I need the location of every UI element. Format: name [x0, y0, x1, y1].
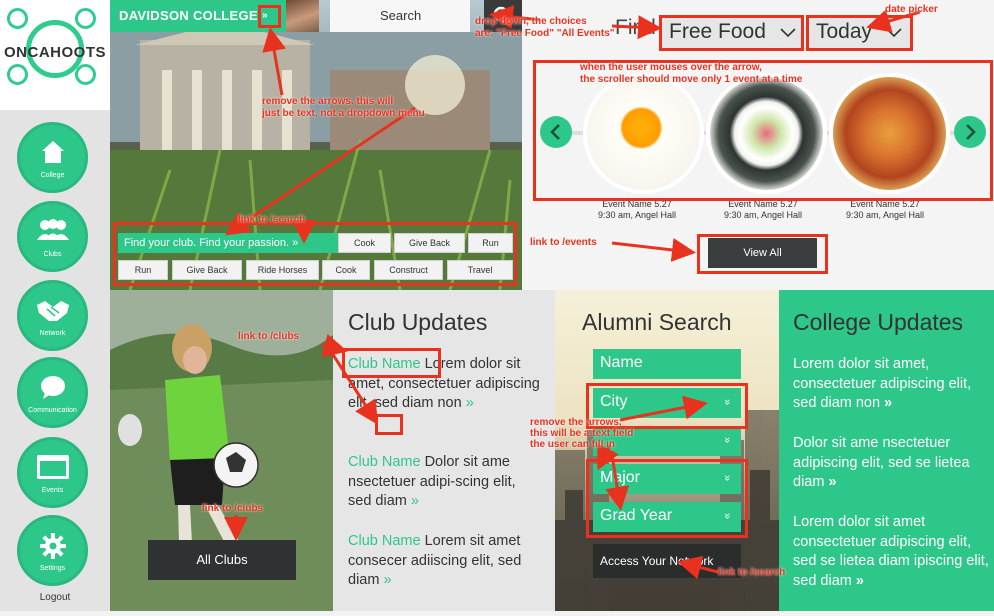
college-update-text: Dolor sit ame nsectetuer adipiscing elit…	[793, 435, 970, 490]
annotation-remove-arrows: remove the arrows. this will just be tex…	[262, 96, 425, 119]
nav-communication[interactable]: Communication	[17, 357, 88, 428]
college-update-item: Lorem dolor sit amet consectetuer adipis…	[793, 513, 989, 591]
college-update-text: Lorem dolor sit amet, consectetuer adipi…	[793, 356, 972, 411]
event-caption-time: 9:30 am, Angel Hall	[845, 210, 925, 220]
nav-settings-label: Settings	[39, 565, 66, 572]
annotation-remove-arrows-text: remove the arrows, this will be a text f…	[530, 417, 634, 450]
club-update-item: Club Name Dolor sit ame nsectetuer adipi…	[348, 453, 543, 512]
oncahoots-logo[interactable]: ONCAHOOTS	[0, 0, 110, 110]
annotation-link-search: link to /search	[238, 214, 306, 225]
calendar-window-icon	[36, 455, 69, 479]
all-clubs-button[interactable]: All Clubs	[148, 540, 296, 580]
annotation-box	[375, 414, 403, 435]
handshake-icon	[36, 301, 69, 321]
nav-communication-label: Communication	[28, 407, 77, 414]
name-field-label: Name	[600, 354, 643, 371]
annotation-link-clubs: link to /clubs	[202, 503, 264, 514]
club-name-link[interactable]: Club Name	[348, 454, 421, 470]
nav-events[interactable]: Events	[17, 437, 88, 508]
read-more-link[interactable]: »	[383, 572, 391, 588]
annotation-box	[697, 234, 828, 274]
annotation-link-search: link to /search	[718, 567, 786, 578]
logout-link[interactable]: Logout	[0, 592, 110, 603]
nav-network[interactable]: Network	[17, 280, 88, 351]
annotation-box	[113, 222, 517, 286]
nav-events-label: Events	[41, 487, 64, 494]
annotation-date-picker: date picker	[885, 4, 938, 15]
people-icon	[36, 219, 69, 240]
nav-clubs-label: Clubs	[43, 251, 62, 258]
search-label[interactable]: Search	[330, 0, 470, 32]
gear-icon	[39, 533, 66, 559]
annotation-box	[806, 15, 913, 51]
nav-network-label: Network	[39, 330, 66, 337]
name-field[interactable]: Name	[593, 349, 741, 379]
annotation-box	[342, 348, 441, 378]
college-update-text: Lorem dolor sit amet consectetuer adipis…	[793, 514, 989, 589]
nav-settings[interactable]: Settings	[17, 515, 88, 586]
college-name: DAVIDSON COLLEGE	[119, 8, 258, 23]
event-caption[interactable]: Event Name 5.27 9:30 am, Angel Hall	[703, 199, 823, 221]
read-more-link[interactable]: »	[856, 573, 864, 589]
annotation-scroller: when the user mouses over the arrow, the…	[580, 62, 803, 85]
logo-text: ONCAHOOTS	[4, 44, 106, 61]
home-icon	[41, 141, 64, 163]
annotation-link-events: link to /events	[530, 237, 597, 248]
nav-clubs[interactable]: Clubs	[17, 201, 88, 272]
read-more-link[interactable]: »	[884, 395, 892, 411]
club-updates-title: Club Updates	[348, 309, 488, 335]
nav-college[interactable]: College	[17, 122, 88, 193]
annotation-box	[659, 15, 804, 51]
college-updates-title: College Updates	[793, 309, 964, 335]
read-more-link[interactable]: »	[828, 474, 836, 490]
read-more-link[interactable]: »	[466, 395, 474, 411]
filter-prefix: Find	[615, 16, 656, 39]
annotation-box	[258, 5, 281, 28]
double-chevron-down-icon: »	[720, 436, 733, 444]
club-name-link[interactable]: Club Name	[348, 533, 421, 549]
annotation-box	[586, 459, 748, 538]
annotation-link-clubs: link to /clubs	[238, 331, 300, 342]
college-update-item: Lorem dolor sit amet, consectetuer adipi…	[793, 355, 989, 414]
event-caption[interactable]: Event Name 5.27 9:30 am, Angel Hall	[825, 199, 945, 221]
annotation-dropdown: drop down, the choices are: "Free Food" …	[475, 16, 615, 39]
event-caption[interactable]: Event Name 5.27 9:30 am, Angel Hall	[577, 199, 697, 221]
event-caption-time: 9:30 am, Angel Hall	[597, 210, 677, 220]
read-more-link[interactable]: »	[411, 493, 419, 509]
club-update-item: Club Name Lorem sit amet consecer adiisc…	[348, 532, 543, 591]
college-update-item: Dolor sit ame nsectetuer adipiscing elit…	[793, 434, 989, 493]
chat-bubble-icon	[40, 376, 65, 399]
user-avatar[interactable]	[286, 0, 319, 32]
alumni-search-title: Alumni Search	[582, 309, 732, 335]
event-caption-time: 9:30 am, Angel Hall	[723, 210, 803, 220]
nav-college-label: College	[40, 172, 65, 179]
